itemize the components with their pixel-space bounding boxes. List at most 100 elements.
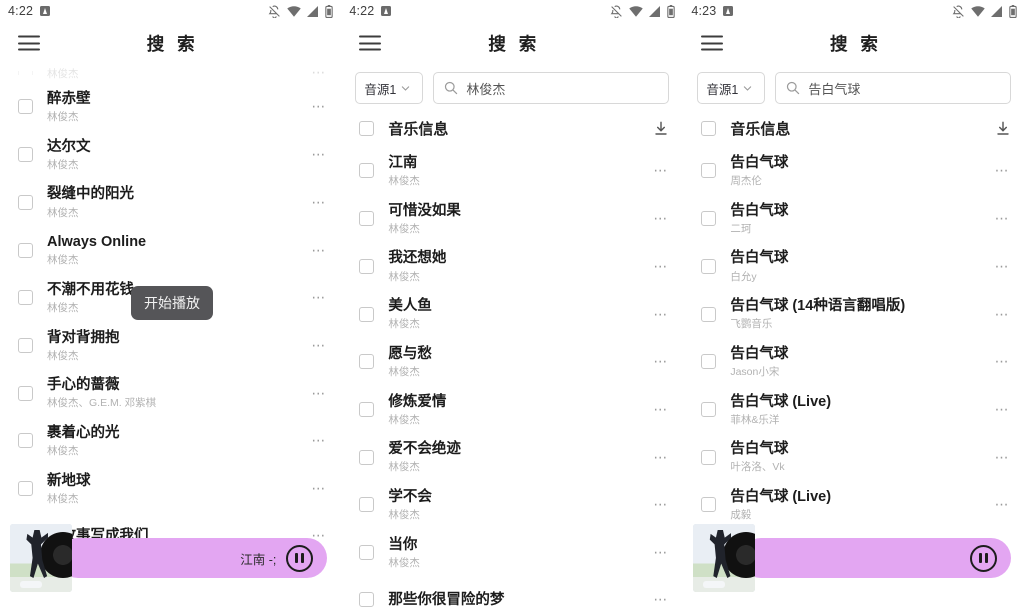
song-checkbox[interactable]: [701, 258, 717, 274]
song-list-item[interactable]: 告白气球 (14种语言翻唱版) 飞鹦音乐 ⋯: [683, 290, 1024, 338]
song-checkbox[interactable]: [359, 545, 375, 561]
song-list-item[interactable]: 裂缝中的阳光 林俊杰 ⋯: [0, 178, 341, 226]
song-list-item[interactable]: 爱不会绝迹 林俊杰 ⋯: [341, 433, 683, 481]
song-more-button[interactable]: ⋯: [987, 162, 1011, 179]
source-select[interactable]: 音源1: [355, 72, 424, 104]
song-checkbox[interactable]: [701, 163, 717, 179]
song-more-button[interactable]: ⋯: [987, 449, 1011, 466]
song-more-button[interactable]: ⋯: [645, 210, 669, 227]
music-info-checkbox[interactable]: [701, 121, 717, 136]
song-more-button[interactable]: ⋯: [303, 480, 327, 497]
song-list-item[interactable]: 背对背拥抱 林俊杰 ⋯: [0, 322, 341, 370]
song-more-button[interactable]: ⋯: [645, 258, 669, 275]
song-list-item[interactable]: 美人鱼 林俊杰 ⋯: [341, 290, 683, 338]
search-input[interactable]: 林俊杰: [433, 72, 670, 104]
song-more-button[interactable]: ⋯: [987, 210, 1011, 227]
pause-icon[interactable]: [286, 544, 314, 572]
song-list-item[interactable]: 醉赤壁 林俊杰 ⋯: [0, 83, 341, 131]
song-list-item[interactable]: 裹着心的光 林俊杰 ⋯: [0, 417, 341, 465]
song-checkbox[interactable]: [701, 211, 717, 227]
music-info-checkbox[interactable]: [359, 121, 375, 136]
song-list-item[interactable]: 告白气球 Jason小宋 ⋯: [683, 338, 1024, 386]
mini-player-bar[interactable]: 江南 -;: [58, 538, 328, 578]
song-more-button[interactable]: ⋯: [987, 306, 1011, 323]
song-checkbox[interactable]: [359, 401, 375, 417]
mini-player-bar[interactable]: [741, 538, 1011, 578]
song-list-item[interactable]: 告白气球 叶洛洛、Vk ⋯: [683, 433, 1024, 481]
song-list-item[interactable]: Always Online 林俊杰 ⋯: [0, 226, 341, 274]
song-more-button[interactable]: ⋯: [303, 337, 327, 354]
song-more-button[interactable]: ⋯: [987, 401, 1011, 418]
song-more-button[interactable]: ⋯: [645, 353, 669, 370]
song-more-button[interactable]: ⋯: [645, 544, 669, 561]
song-list-item[interactable]: 那些你很冒险的梦 ⋯: [341, 576, 683, 607]
song-more-button[interactable]: ⋯: [987, 353, 1011, 370]
song-more-button[interactable]: ⋯: [645, 401, 669, 418]
song-checkbox[interactable]: [359, 258, 375, 274]
song-checkbox[interactable]: [18, 70, 33, 75]
song-list-item[interactable]: 达尔文 林俊杰 ⋯: [0, 131, 341, 179]
pause-icon[interactable]: [969, 544, 997, 572]
search-input[interactable]: 告白气球: [775, 72, 1011, 104]
song-list-item[interactable]: 新地球 林俊杰 ⋯: [0, 465, 341, 513]
song-list-item[interactable]: 告白气球 (Live) 菲林&乐洋 ⋯: [683, 386, 1024, 434]
song-list-item[interactable]: 告白气球 周杰伦 ⋯: [683, 147, 1024, 195]
song-list-item[interactable]: 愿与愁 林俊杰 ⋯: [341, 338, 683, 386]
song-more-button[interactable]: ⋯: [987, 496, 1011, 513]
song-checkbox[interactable]: [18, 385, 33, 401]
song-list-item[interactable]: 我还想她 林俊杰 ⋯: [341, 242, 683, 290]
song-list-item[interactable]: 告白气球 白允y ⋯: [683, 242, 1024, 290]
song-list-item[interactable]: 江南 林俊杰 ⋯: [341, 147, 683, 195]
song-list-item[interactable]: 告白气球 二珂 ⋯: [683, 195, 1024, 243]
song-more-button[interactable]: ⋯: [303, 98, 327, 115]
song-checkbox[interactable]: [18, 194, 33, 210]
song-more-button[interactable]: ⋯: [645, 591, 669, 607]
song-checkbox[interactable]: [18, 337, 33, 353]
song-checkbox[interactable]: [701, 306, 717, 322]
song-more-button[interactable]: ⋯: [303, 194, 327, 211]
song-checkbox[interactable]: [701, 497, 717, 513]
song-checkbox[interactable]: [18, 242, 33, 258]
song-more-button[interactable]: ⋯: [645, 449, 669, 466]
download-icon[interactable]: [995, 121, 1011, 137]
song-checkbox[interactable]: [18, 290, 33, 306]
hamburger-icon[interactable]: [359, 35, 382, 51]
song-more-button[interactable]: ⋯: [645, 162, 669, 179]
song-list-item[interactable]: 告白气球 (Live) 成毅 ⋯: [683, 481, 1024, 529]
song-more-button[interactable]: ⋯: [303, 385, 327, 402]
song-checkbox[interactable]: [359, 211, 375, 227]
song-more-button[interactable]: ⋯: [303, 64, 327, 81]
song-checkbox[interactable]: [359, 354, 375, 370]
song-list-item[interactable]: 林俊杰 ⋯: [0, 64, 341, 83]
song-checkbox[interactable]: [359, 163, 375, 179]
song-checkbox[interactable]: [18, 147, 33, 163]
song-more-button[interactable]: ⋯: [303, 432, 327, 449]
download-icon[interactable]: [653, 121, 669, 137]
song-checkbox[interactable]: [359, 592, 375, 607]
song-checkbox[interactable]: [18, 481, 33, 497]
song-more-button[interactable]: ⋯: [645, 496, 669, 513]
song-list-item[interactable]: 修炼爱情 林俊杰 ⋯: [341, 386, 683, 434]
song-checkbox[interactable]: [701, 401, 717, 417]
song-title: Always Online: [47, 234, 147, 251]
song-more-button[interactable]: ⋯: [987, 258, 1011, 275]
song-checkbox[interactable]: [359, 449, 375, 465]
song-checkbox[interactable]: [359, 306, 375, 322]
song-more-button[interactable]: ⋯: [303, 289, 327, 306]
song-checkbox[interactable]: [359, 497, 375, 513]
song-checkbox[interactable]: [18, 99, 33, 115]
music-info-row: 音乐信息: [341, 114, 683, 147]
song-checkbox[interactable]: [701, 354, 717, 370]
hamburger-icon[interactable]: [18, 35, 40, 51]
song-checkbox[interactable]: [18, 433, 33, 449]
song-more-button[interactable]: ⋯: [303, 242, 327, 259]
song-more-button[interactable]: ⋯: [645, 306, 669, 323]
source-select[interactable]: 音源1: [697, 72, 766, 104]
song-list-item[interactable]: 学不会 林俊杰 ⋯: [341, 481, 683, 529]
song-more-button[interactable]: ⋯: [303, 146, 327, 163]
song-checkbox[interactable]: [701, 449, 717, 465]
song-list-item[interactable]: 当你 林俊杰 ⋯: [341, 529, 683, 577]
song-list-item[interactable]: 可惜没如果 林俊杰 ⋯: [341, 195, 683, 243]
hamburger-icon[interactable]: [701, 35, 724, 51]
song-list-item[interactable]: 手心的蔷薇 林俊杰、G.E.M. 邓紫棋 ⋯: [0, 369, 341, 417]
